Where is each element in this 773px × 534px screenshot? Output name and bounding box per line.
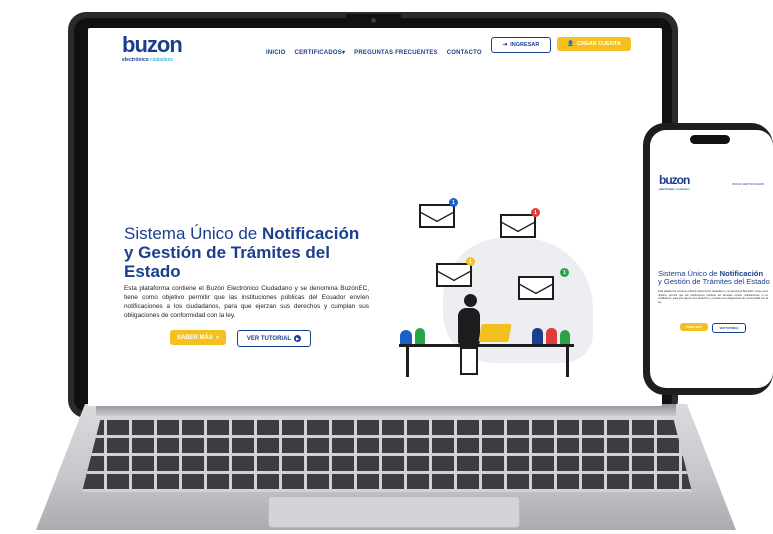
notification-badge: 1: [466, 257, 475, 266]
envelope-icon: [518, 276, 554, 300]
phone-logo-sub-text: ciudadano: [675, 187, 690, 191]
signup-button[interactable]: 👤 CREAR CUENTA: [557, 37, 631, 51]
nav-certificados[interactable]: CERTIFICADOS▾: [295, 50, 346, 56]
phone-logo-text: buzon: [659, 173, 690, 187]
site-logo[interactable]: buzon electrónico ciudadano: [122, 32, 183, 64]
phone-nav: INICIO CERTIFICADOS: [732, 182, 764, 186]
notification-badge: 1: [449, 198, 458, 207]
phone-tutorial-label: VER TUTORIAL: [719, 326, 739, 330]
nav-contacto[interactable]: CONTACTO: [447, 50, 482, 56]
title-part1: Sistema Único de: [124, 224, 262, 243]
envelope-icon: [419, 204, 455, 228]
logo-sub-bold: electrónico: [122, 57, 149, 63]
desk-top: [399, 344, 574, 347]
desk-leg: [406, 347, 409, 377]
mailbox-icon: [560, 330, 570, 344]
signup-label: CREAR CUENTA: [577, 41, 621, 47]
login-label: INGRESAR: [510, 42, 540, 48]
login-button[interactable]: ⇥ INGRESAR: [491, 37, 551, 53]
login-icon: ⇥: [502, 42, 508, 48]
keyboard: [82, 420, 692, 492]
phone-title-line2: y Gestión de Trámites del Estado: [658, 277, 770, 287]
mailbox-icon: [400, 330, 412, 344]
hero-title: Sistema Único de Notificación y Gestión d…: [124, 224, 369, 281]
chevron-right-icon: »: [215, 334, 220, 341]
notification-badge: 1: [531, 208, 540, 217]
logo-sub: ciudadano: [150, 57, 174, 63]
add-user-icon: 👤: [567, 41, 575, 47]
mailbox-icon: [532, 328, 543, 344]
nav-certificados-label: CERTIFICADOS: [294, 50, 342, 56]
person-head: [464, 294, 477, 307]
title-line2: y Gestión de Trámites del Estado: [124, 243, 330, 281]
phone-tutorial-button[interactable]: VER TUTORIAL: [712, 323, 746, 333]
nav-preguntas[interactable]: PREGUNTAS FRECUENTES: [354, 50, 438, 56]
phone-hero-title: Sistema Único de Notificación y Gestión d…: [658, 269, 770, 287]
envelope-icon: [436, 263, 472, 287]
title-bold: Notificación: [261, 224, 360, 243]
play-icon: ▶: [294, 335, 302, 342]
hero-description: Esta plataforma contiene el Buzón Electr…: [124, 285, 369, 319]
tutorial-label: VER TUTORIAL: [246, 335, 292, 342]
phone-logo-sub: electrónico ciudadano: [659, 187, 690, 191]
phone-logo-sub-bold: electrónico: [659, 187, 676, 191]
person-legs: [460, 347, 478, 375]
phone-screen: buzon electrónico ciudadano INICIO CERTI…: [650, 130, 773, 388]
hero-text: Sistema Único de Notificación y Gestión d…: [124, 224, 369, 320]
dynamic-island: [690, 135, 730, 144]
phone-hero-description: Esta plataforma contiene el Buzón Electr…: [658, 290, 768, 304]
camera-icon: [371, 18, 376, 23]
laptop-screen: buzon electrónico ciudadano INICIO CERTIF…: [88, 28, 662, 406]
phone-saber-mas-label: SABER MÁS: [686, 325, 702, 329]
logo-text: buzon: [122, 32, 183, 57]
saber-mas-button[interactable]: SABER MÁS»: [170, 330, 226, 345]
tutorial-button[interactable]: VER TUTORIAL ▶: [237, 330, 311, 347]
mailbox-icon: [415, 328, 425, 344]
person-body: [458, 308, 480, 344]
phone-nav-inicio[interactable]: INICIO: [732, 182, 741, 186]
desk-leg: [566, 347, 569, 377]
nav-inicio[interactable]: INICIO: [266, 50, 286, 56]
phone-nav-certificados[interactable]: CERTIFICADOS: [742, 182, 764, 186]
main-nav: INICIO CERTIFICADOS▾ PREGUNTAS FRECUENTES C…: [266, 41, 491, 59]
mailbox-icon: [546, 328, 557, 344]
saber-mas-label: SABER MÁS: [176, 334, 213, 341]
laptop-icon: [478, 324, 512, 342]
phone-saber-mas-button[interactable]: SABER MÁS: [680, 323, 708, 331]
trackpad: [268, 496, 520, 528]
phone-logo[interactable]: buzon: [659, 173, 690, 187]
envelope-icon: [500, 214, 536, 238]
notification-badge: 1: [560, 268, 569, 277]
